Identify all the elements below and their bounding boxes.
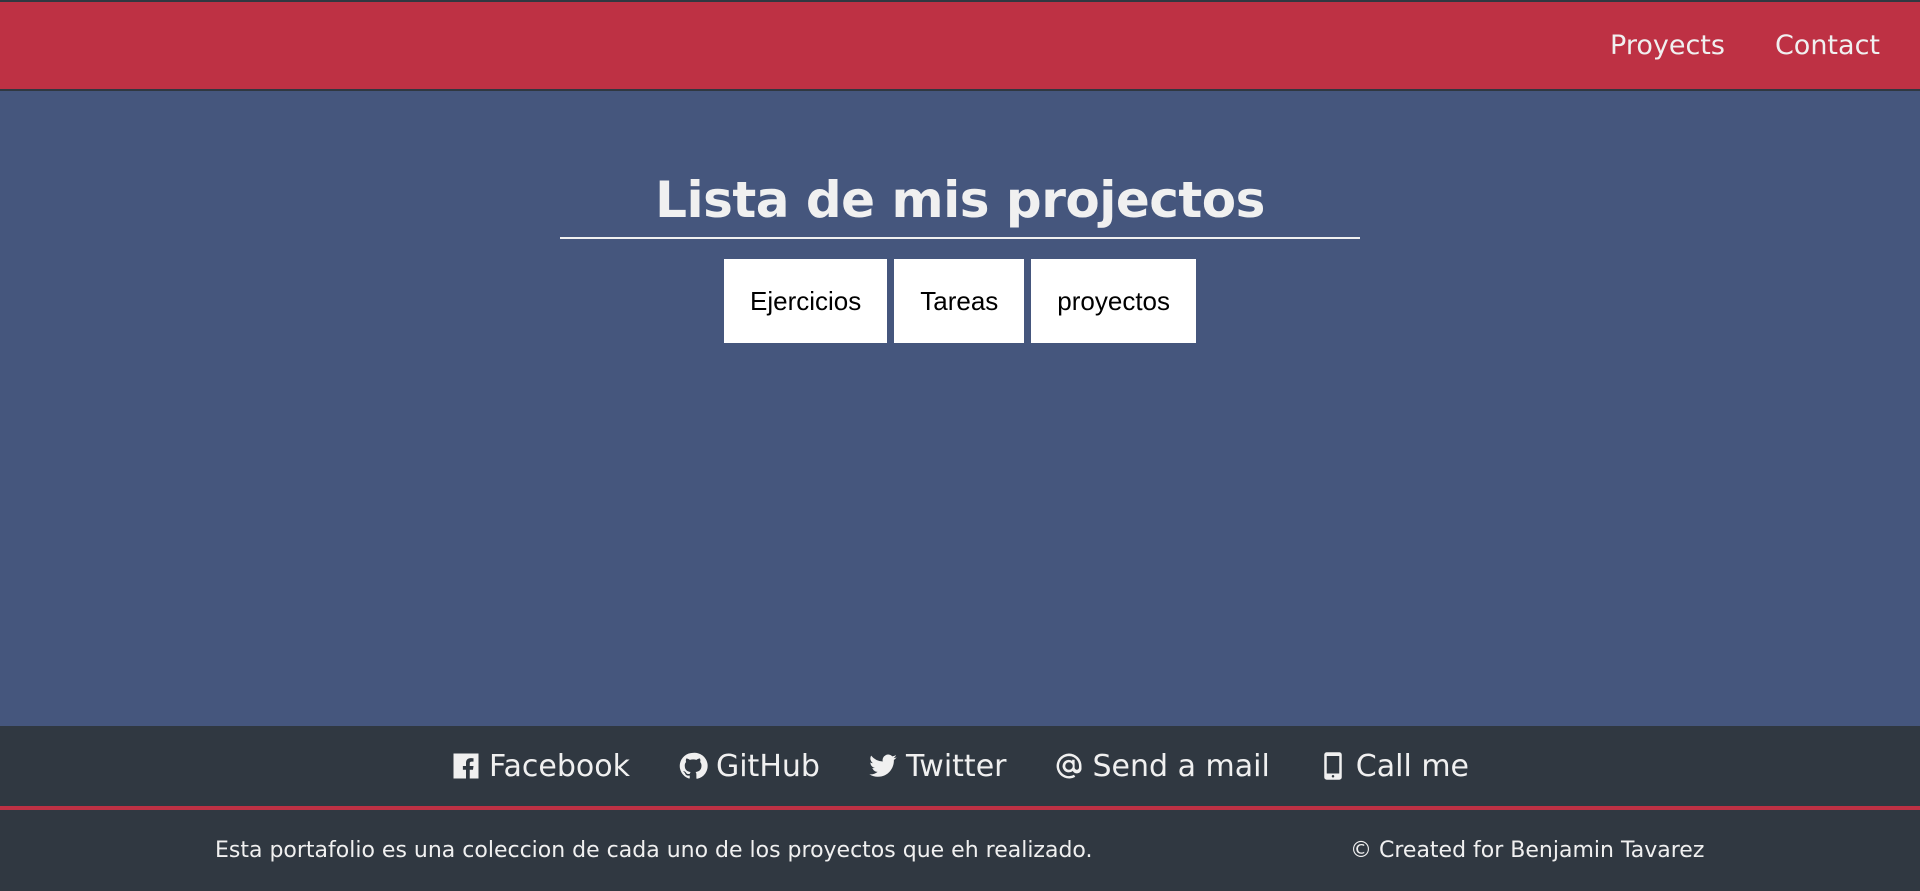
mobile-phone-icon <box>1324 752 1342 780</box>
page-title: Lista de mis projectos <box>655 171 1265 229</box>
category-buttons: Ejercicios Tareas proyectos <box>0 259 1920 343</box>
send-mail-label: Send a mail <box>1092 748 1270 784</box>
send-mail-link[interactable]: Send a mail <box>1054 748 1270 784</box>
footer-bottom: Esta portafolio es una coleccion de cada… <box>0 810 1920 891</box>
proyectos-button[interactable]: proyectos <box>1031 259 1197 343</box>
projects-section: Lista de mis projectos Ejercicios Tareas… <box>0 91 1920 726</box>
call-me-label: Call me <box>1355 748 1469 784</box>
ejercicios-button[interactable]: Ejercicios <box>723 259 888 343</box>
navbar: Proyects Contact <box>0 2 1920 91</box>
twitter-link[interactable]: Twitter <box>868 748 1007 784</box>
footer-credit: © Created for Benjamin Tavarez <box>1350 838 1705 863</box>
footer-description: Esta portafolio es una coleccion de cada… <box>215 838 1093 863</box>
github-link[interactable]: GitHub <box>678 749 820 784</box>
nav-link-contact[interactable]: Contact <box>1775 30 1880 61</box>
github-label: GitHub <box>715 748 820 784</box>
tareas-button[interactable]: Tareas <box>894 259 1025 343</box>
social-footer: Facebook GitHub Twitter Send a mail Call… <box>0 726 1920 810</box>
at-sign-icon <box>1057 753 1082 779</box>
facebook-icon <box>453 753 479 779</box>
nav-link-proyects[interactable]: Proyects <box>1610 30 1725 61</box>
twitter-icon <box>869 754 897 777</box>
call-me-link[interactable]: Call me <box>1318 749 1469 784</box>
github-icon <box>679 752 708 779</box>
facebook-label: Facebook <box>489 748 630 784</box>
title-underline: Lista de mis projectos <box>560 171 1360 239</box>
twitter-label: Twitter <box>905 748 1007 784</box>
facebook-link[interactable]: Facebook <box>451 749 630 784</box>
